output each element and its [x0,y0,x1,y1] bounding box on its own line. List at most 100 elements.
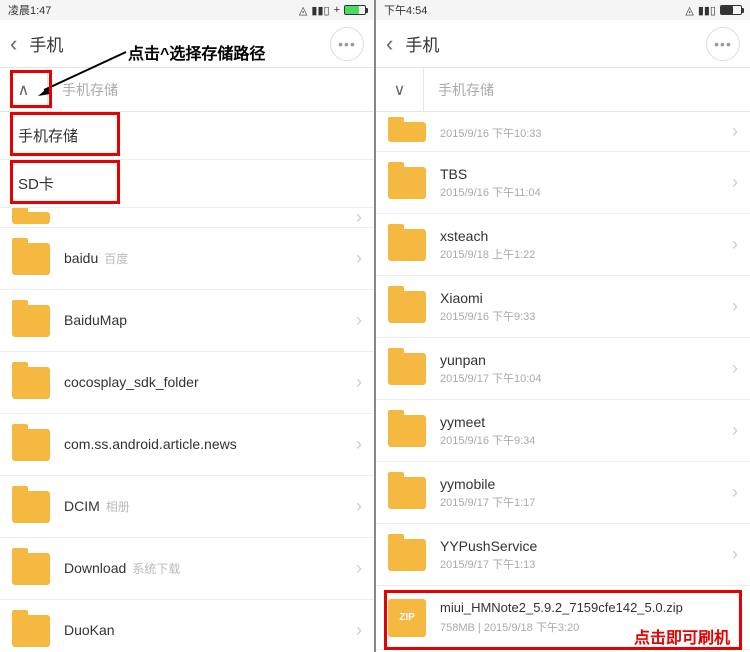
folder-name: TBS [440,166,726,182]
path-bar: ∨ 手机存储 [376,68,750,112]
battery-icon [344,5,366,15]
folder-icon [12,212,50,224]
chevron-right-icon: › [356,248,362,269]
chevron-right-icon: › [732,544,738,565]
folder-name: com.ss.android.article.news [64,436,237,452]
list-item[interactable]: yunpan 2015/9/17 下午10:04 › [376,338,750,400]
folder-icon [388,122,426,142]
folder-name: yymeet [440,414,726,430]
storage-dropdown: 手机存储 SD卡 [0,112,374,208]
list-item[interactable]: YYPushService 2015/9/17 下午1:13 › [376,524,750,586]
folder-icon [388,167,426,199]
folder-name: YYPushService [440,538,726,554]
file-meta: 758MB | 2015/9/18 下午3:20 [440,619,738,635]
list-item[interactable]: cocosplay_sdk_folder › [0,352,374,414]
list-item[interactable]: Download 系统下载 › [0,538,374,600]
wifi-icon: ◬ [685,4,693,17]
path-bar: ∧ 手机存储 [0,68,374,112]
folder-date: 2015/9/16 下午9:34 [440,432,726,448]
header: ‹ 手机 ••• [0,20,374,68]
back-button[interactable]: ‹ [10,31,17,57]
folder-icon [12,367,50,399]
folder-date: 2015/9/17 下午10:04 [440,370,726,386]
status-bar: 凌晨1:47 ◬ ▮▮▯ + [0,0,374,20]
path-toggle[interactable]: ∨ [376,68,424,111]
folder-date: 2015/9/17 下午1:13 [440,556,726,572]
phone-right: 下午4:54 ◬ ▮▮▯ ‹ 手机 ••• ∨ 手机存储 2015/9/16 下… [376,0,750,652]
folder-name: DuoKan [64,622,115,638]
file-list[interactable]: 2015/9/16 下午10:33 › TBS 2015/9/16 下午11:04… [376,112,750,652]
signal-icon: ▮▮▯ [311,4,329,17]
more-button[interactable]: ••• [706,27,740,61]
folder-icon [388,415,426,447]
plus-icon: + [334,4,340,16]
status-icons: ◬ ▮▮▯ [685,4,742,17]
folder-tag: 相册 [106,500,130,514]
chevron-right-icon: › [732,172,738,193]
chevron-right-icon: › [356,372,362,393]
chevron-right-icon: › [732,296,738,317]
chevron-right-icon: › [732,358,738,379]
list-item[interactable]: yymeet 2015/9/16 下午9:34 › [376,400,750,462]
list-item[interactable]: Xiaomi2015/9/16 下午9:33 › [376,276,750,338]
path-toggle[interactable]: ∧ [0,68,48,111]
chevron-right-icon: › [356,434,362,455]
status-icons: ◬ ▮▮▯ + [299,4,366,17]
dropdown-phone-storage[interactable]: 手机存储 [0,112,374,160]
file-name: miui_HMNote2_5.9.2_7159cfe142_5.0.zip [440,600,738,617]
page-title: 手机 [405,31,439,56]
list-item-zip[interactable]: ZIP miui_HMNote2_5.9.2_7159cfe142_5.0.zi… [376,586,750,650]
folder-icon [388,229,426,261]
folder-name: yymobile [440,476,726,492]
back-button[interactable]: ‹ [386,31,393,57]
list-item[interactable]: xsteach2015/9/18 上午1:22 › [376,214,750,276]
signal-icon: ▮▮▯ [698,4,716,17]
path-text: 手机存储 [424,80,494,100]
chevron-right-icon: › [732,121,738,142]
folder-icon [12,615,50,647]
chevron-right-icon: › [732,482,738,503]
list-item[interactable]: baidu百度 › [0,228,374,290]
folder-icon [12,491,50,523]
folder-date: 2015/9/18 上午1:22 [440,246,726,262]
dropdown-sd-card[interactable]: SD卡 [0,160,374,208]
folder-name: xsteach [440,228,726,244]
chevron-right-icon: › [732,420,738,441]
list-item[interactable]: DCIM 相册 › [0,476,374,538]
folder-date: 2015/9/17 下午1:17 [440,494,726,510]
folder-date: 2015/9/16 下午11:04 [440,184,726,200]
folder-icon [12,553,50,585]
chevron-right-icon: › [356,496,362,517]
list-item[interactable]: yymobile 2015/9/17 下午1:17 › [376,462,750,524]
folder-name: Download [64,560,126,576]
list-item[interactable]: BaiduMap › [0,290,374,352]
folder-icon [388,291,426,323]
chevron-right-icon: › [356,310,362,331]
folder-name: DCIM [64,498,100,514]
chevron-right-icon: › [356,620,362,641]
chevron-right-icon: › [356,558,362,579]
folder-icon [12,243,50,275]
battery-icon [720,5,742,15]
path-text: 手机存储 [48,80,118,100]
folder-name: cocosplay_sdk_folder [64,374,199,390]
folder-icon [12,429,50,461]
file-list[interactable]: › baidu百度 › BaiduMap › cocosplay_sdk_fol… [0,208,374,652]
list-item[interactable]: DuoKan › [0,600,374,652]
folder-icon [388,539,426,571]
folder-name: BaiduMap [64,312,127,328]
list-item[interactable]: com.ss.android.article.news › [0,414,374,476]
folder-icon [12,305,50,337]
list-item[interactable]: TBS 2015/9/16 下午11:04 › [376,152,750,214]
status-time: 下午4:54 [384,2,427,18]
folder-name: baidu [64,250,98,266]
status-time: 凌晨1:47 [8,2,51,18]
phone-left: 凌晨1:47 ◬ ▮▮▯ + ‹ 手机 ••• ∧ 手机存储 手机存储 SD卡 … [0,0,374,652]
page-title: 手机 [29,31,63,56]
folder-tag: 系统下载 [132,562,180,576]
more-button[interactable]: ••• [330,27,364,61]
list-item[interactable]: 2015/9/16 下午10:33 › [376,112,750,152]
folder-name: yunpan [440,352,726,368]
folder-icon [388,353,426,385]
list-item[interactable]: › [0,208,374,228]
